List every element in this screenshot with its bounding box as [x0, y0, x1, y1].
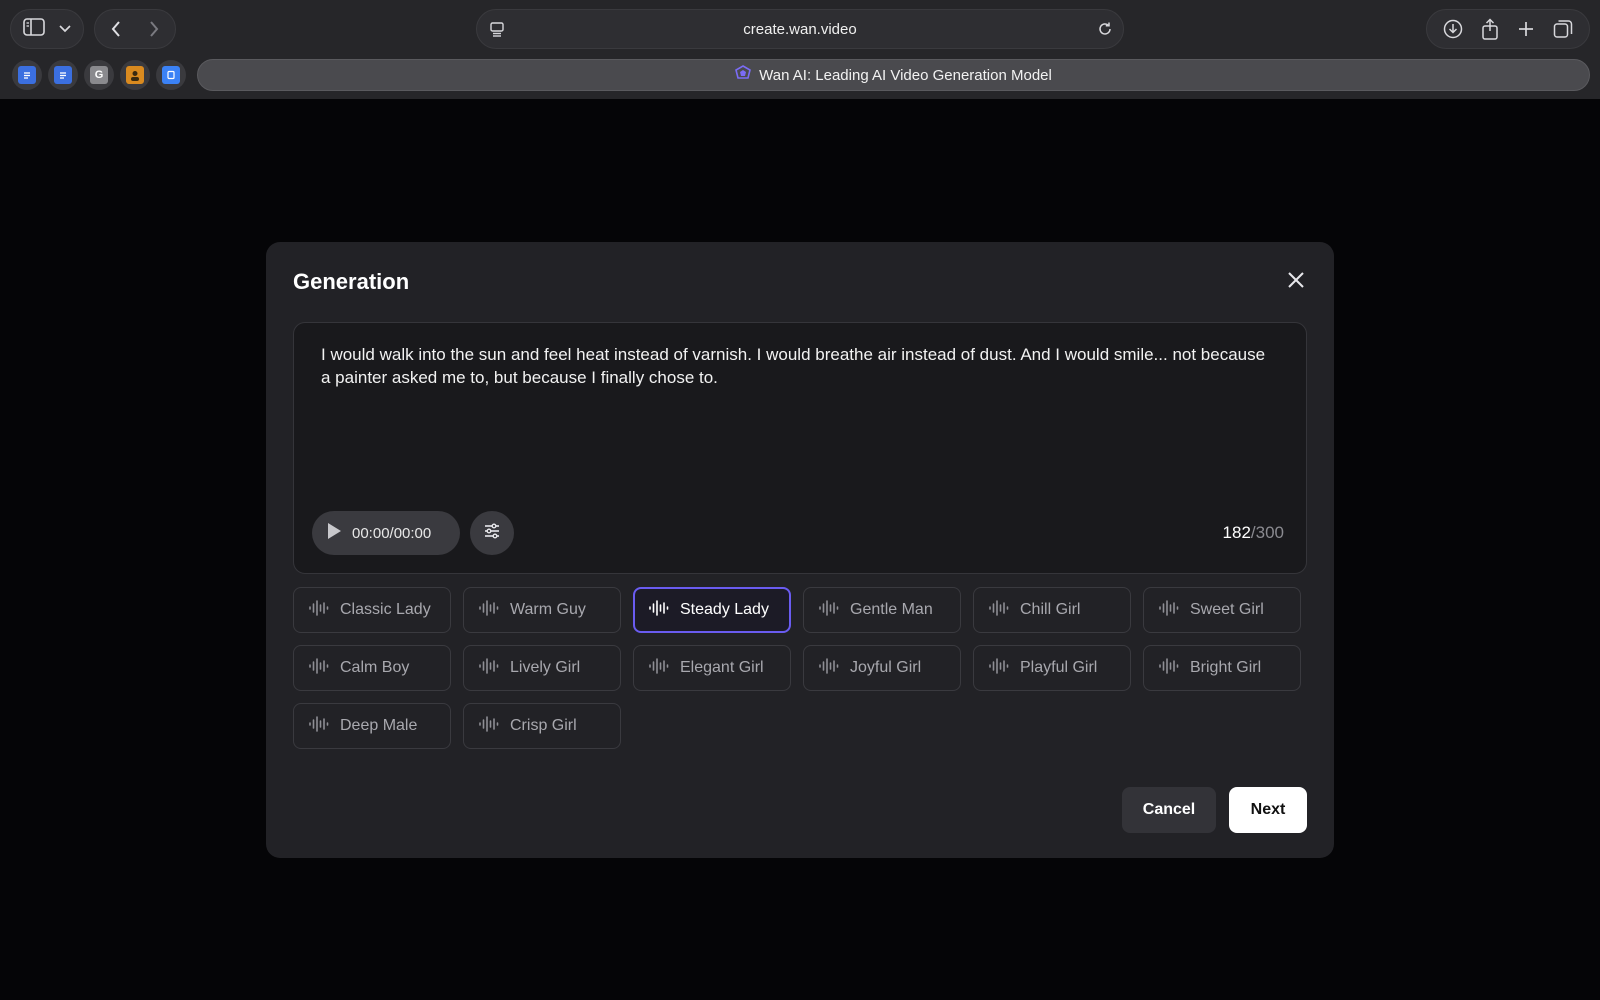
share-icon[interactable]: [1475, 14, 1505, 44]
waveform-icon: [818, 657, 840, 679]
voice-option[interactable]: Gentle Man: [803, 587, 961, 633]
voice-label: Warm Guy: [510, 601, 586, 618]
waveform-icon: [478, 599, 500, 621]
sidebar-toggle[interactable]: [10, 9, 84, 49]
sliders-icon: [483, 523, 501, 544]
chevron-down-icon[interactable]: [59, 20, 71, 38]
browser-chrome: create.wan.video G Wan AI: Leading AI Vi…: [0, 0, 1600, 99]
char-count: 182: [1222, 523, 1251, 542]
voice-option[interactable]: Deep Male: [293, 703, 451, 749]
active-tab[interactable]: Wan AI: Leading AI Video Generation Mode…: [197, 59, 1590, 91]
back-icon[interactable]: [101, 14, 131, 44]
close-button[interactable]: [1281, 267, 1311, 297]
voice-label: Chill Girl: [1020, 601, 1081, 618]
sidebar-icon: [23, 17, 45, 41]
voice-settings-button[interactable]: [470, 511, 514, 555]
audio-player[interactable]: 00:00/00:00: [312, 511, 460, 555]
voice-option[interactable]: Sweet Girl: [1143, 587, 1301, 633]
tab-overview-icon[interactable]: [1548, 14, 1578, 44]
voice-option[interactable]: Calm Boy: [293, 645, 451, 691]
prompt-text: I would walk into the sun and feel heat …: [321, 345, 1266, 387]
address-bar[interactable]: create.wan.video: [476, 9, 1124, 49]
tab-title: Wan AI: Leading AI Video Generation Mode…: [759, 66, 1052, 84]
forward-icon[interactable]: [139, 14, 169, 44]
bookmark-icon: [162, 66, 180, 84]
waveform-icon: [308, 657, 330, 679]
download-icon[interactable]: [1438, 14, 1468, 44]
voice-option[interactable]: Classic Lady: [293, 587, 451, 633]
play-icon[interactable]: [326, 522, 342, 545]
reload-icon[interactable]: [1097, 21, 1113, 42]
modal-title: Generation: [293, 269, 410, 294]
cancel-button[interactable]: Cancel: [1122, 787, 1216, 833]
favorite-avatar-site[interactable]: [120, 60, 150, 90]
browser-toolbar: create.wan.video: [0, 9, 1600, 49]
favorite-docs-2[interactable]: [48, 60, 78, 90]
tab-row: G Wan AI: Leading AI Video Generation Mo…: [0, 59, 1600, 91]
waveform-icon: [478, 657, 500, 679]
voice-label: Playful Girl: [1020, 659, 1098, 676]
char-counter: 182/300: [1223, 523, 1284, 543]
browser-actions: [1426, 9, 1590, 49]
waveform-icon: [648, 657, 670, 679]
voice-option[interactable]: Chill Girl: [973, 587, 1131, 633]
voice-label: Elegant Girl: [680, 659, 764, 676]
close-icon: [1287, 271, 1305, 294]
docs-icon: [18, 66, 36, 84]
player-time: 00:00/00:00: [352, 524, 432, 542]
favorite-g-site[interactable]: G: [84, 60, 114, 90]
waveform-icon: [1158, 657, 1180, 679]
voice-option[interactable]: Lively Girl: [463, 645, 621, 691]
g-letter-icon: G: [90, 66, 108, 84]
voice-label: Calm Boy: [340, 659, 410, 676]
favorite-bookmark-site[interactable]: [156, 60, 186, 90]
voice-option[interactable]: Bright Girl: [1143, 645, 1301, 691]
avatar-icon: [126, 66, 144, 84]
url-text: create.wan.video: [743, 20, 857, 38]
next-button[interactable]: Next: [1229, 787, 1307, 833]
waveform-icon: [648, 599, 670, 621]
waveform-icon: [478, 715, 500, 737]
waveform-icon: [1158, 599, 1180, 621]
voice-label: Gentle Man: [850, 601, 933, 618]
voice-label: Crisp Girl: [510, 717, 577, 734]
prompt-textarea[interactable]: I would walk into the sun and feel heat …: [293, 322, 1307, 574]
waveform-icon: [988, 599, 1010, 621]
voice-option[interactable]: Crisp Girl: [463, 703, 621, 749]
voice-label: Lively Girl: [510, 659, 581, 676]
wan-logo-icon: [735, 64, 752, 86]
voice-option[interactable]: Warm Guy: [463, 587, 621, 633]
voice-label: Sweet Girl: [1190, 601, 1264, 618]
waveform-icon: [818, 599, 840, 621]
waveform-icon: [988, 657, 1010, 679]
nav-buttons: [94, 9, 176, 49]
voice-option[interactable]: Elegant Girl: [633, 645, 791, 691]
voice-label: Bright Girl: [1190, 659, 1262, 676]
generation-modal: Generation I would walk into the sun and…: [266, 242, 1334, 858]
voice-option[interactable]: Playful Girl: [973, 645, 1131, 691]
voice-option[interactable]: Joyful Girl: [803, 645, 961, 691]
voice-label: Steady Lady: [680, 601, 769, 618]
voice-label: Classic Lady: [340, 601, 431, 618]
docs-icon: [54, 66, 72, 84]
new-tab-icon[interactable]: [1511, 14, 1541, 44]
voice-label: Deep Male: [340, 717, 418, 734]
waveform-icon: [308, 715, 330, 737]
page-settings-icon[interactable]: [489, 21, 505, 42]
favorite-docs-1[interactable]: [12, 60, 42, 90]
char-max: /300: [1250, 523, 1284, 542]
voice-label: Joyful Girl: [850, 659, 922, 676]
voice-option[interactable]: Steady Lady: [633, 587, 791, 633]
waveform-icon: [308, 599, 330, 621]
